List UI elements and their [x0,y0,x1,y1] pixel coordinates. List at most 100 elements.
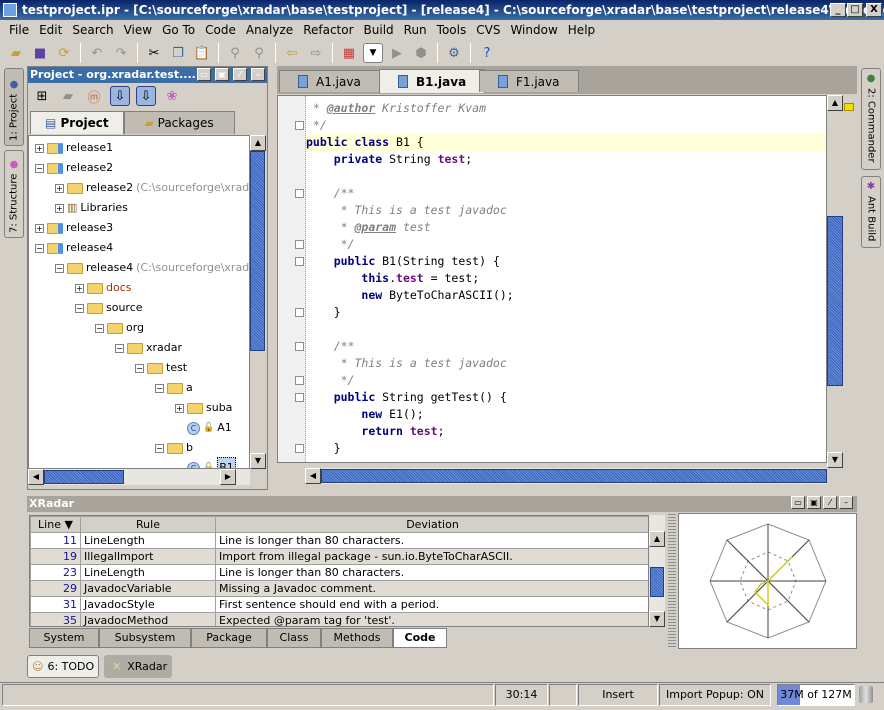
menu-analyze[interactable]: Analyze [241,23,298,37]
replace-icon[interactable]: ⚲ [249,43,269,63]
collapse-icon[interactable]: − [155,383,164,393]
fold-end-icon[interactable] [295,240,304,249]
editor-vertical-scrollbar-thumb[interactable] [827,216,843,386]
fold-end-icon[interactable] [295,444,304,453]
tree-node[interactable]: + ▥ Libraries [55,198,128,218]
table-row[interactable]: 23 LineLength Line is longer than 80 chara… [30,564,648,581]
collapse-icon[interactable]: − [155,443,164,453]
back-icon[interactable]: ⇦ [282,43,302,63]
maximize-button[interactable]: □ [847,3,863,17]
expand-icon[interactable]: + [175,403,184,413]
menu-search[interactable]: Search [67,23,118,37]
tree-node[interactable]: + release3 [35,218,113,238]
menu-window[interactable]: Window [505,23,562,37]
menu-go-to[interactable]: Go To [157,23,200,37]
cursor-position[interactable]: 30:14 [495,684,548,706]
xradar-tool-button[interactable]: ✕ XRadar [104,655,172,678]
undo-icon[interactable]: ↶ [87,43,107,63]
table-vertical-scrollbar[interactable]: ▲ ▼ [649,515,665,627]
autoscroll-to-source-icon[interactable]: ⇩ [110,86,130,106]
scroll-left-button[interactable]: ◀ [28,469,44,485]
insert-mode[interactable]: Insert [578,684,658,706]
import-popup-status[interactable]: Import Popup: ON [659,684,771,706]
tree-node[interactable]: − b [155,438,193,458]
copy-icon[interactable]: ❐ [168,43,188,63]
tab-subsystem[interactable]: Subsystem [99,628,191,648]
tree-node[interactable]: − a [155,378,193,398]
fold-end-icon[interactable] [295,376,304,385]
tab-project[interactable]: ▤ Project [30,111,124,134]
tree-node[interactable]: + release2 (C:\sourceforge\xradar [55,178,249,198]
paste-icon[interactable]: 📋 [192,43,212,63]
editor-tab-b1[interactable]: B1.java [379,69,486,93]
tree-node[interactable]: − release4 (C:\sourceforge\xradar [55,258,249,278]
fold-end-icon[interactable] [295,121,304,130]
tab-package[interactable]: Package [191,628,267,648]
table-row[interactable]: 31 JavadocStyle First sentence should end … [30,596,648,613]
folder-icon[interactable]: ▰ [58,86,78,106]
menu-build[interactable]: Build [359,23,399,37]
editor-tab-a1[interactable]: A1.java [279,70,380,92]
menu-cvs[interactable]: CVS [471,23,505,37]
tree-horizontal-scrollbar[interactable]: ◀ ▶ [28,469,250,485]
pin-icon[interactable]: ⁄ [233,68,247,81]
build-icon[interactable]: ▦ [339,43,359,63]
menu-edit[interactable]: Edit [34,23,67,37]
tab-class[interactable]: Class [267,628,321,648]
float-icon[interactable]: ▭ [197,68,211,81]
collapse-icon[interactable]: − [75,303,84,313]
editor-tab-f1[interactable]: F1.java [479,70,579,92]
fold-collapse-icon[interactable] [295,257,304,266]
settings-icon[interactable]: ⚙ [444,43,464,63]
menu-run[interactable]: Run [399,23,432,37]
tab-code[interactable]: Code [393,628,447,648]
todo-tool-button[interactable]: ☺ 6: TODO [27,655,99,678]
tree-node[interactable]: C 🔓 B1 [175,457,236,468]
tree-node[interactable]: + docs [75,278,132,298]
forward-icon[interactable]: ⇨ [306,43,326,63]
find-icon[interactable]: ⚲ [225,43,245,63]
scroll-down-button[interactable]: ▼ [827,452,843,468]
scroll-down-button[interactable]: ▼ [649,611,665,627]
pin-icon[interactable]: ⁄ [823,496,837,509]
expand-icon[interactable]: + [55,203,64,213]
scroll-up-button[interactable]: ▲ [250,135,266,151]
tree-node[interactable]: + release1 [35,138,113,158]
minimize-button[interactable]: _ [830,3,846,17]
tab-system[interactable]: System [29,628,99,648]
sync-icon[interactable]: ⟳ [54,43,74,63]
structure-tool-tab[interactable]: 7: Structure ● [4,150,24,238]
code-editor[interactable]: * @author Kristoffer Kvam */ public class… [277,95,827,463]
ant-build-tool-tab[interactable]: ✱ Ant Build [861,176,881,248]
editor-horizontal-scrollbar[interactable]: ◀ [305,468,827,484]
cut-icon[interactable]: ✂ [144,43,164,63]
collapse-icon[interactable]: − [135,363,144,373]
garbage-collect-icon[interactable] [859,686,873,703]
menu-tools[interactable]: Tools [432,23,472,37]
dock-icon[interactable]: ▣ [807,496,821,509]
project-tool-tab[interactable]: 1: Project ● [4,68,24,146]
editor-horizontal-scrollbar-thumb[interactable] [321,469,827,483]
fields-icon[interactable]: ⓜ [84,86,104,106]
debug-icon[interactable]: ⬢ [411,43,431,63]
fold-collapse-icon[interactable] [295,342,304,351]
hide-icon[interactable]: – [251,68,265,81]
tree-vertical-scrollbar-thumb[interactable] [250,151,265,351]
fold-collapse-icon[interactable] [295,189,304,198]
collapse-icon[interactable]: − [55,263,64,273]
hide-icon[interactable]: – [839,496,853,509]
expand-icon[interactable]: + [75,283,84,293]
run-icon[interactable]: ▶ [387,43,407,63]
close-button[interactable]: X [866,3,882,17]
scroll-right-button[interactable]: ▶ [220,469,236,485]
run-config-dropdown[interactable]: ▼ [363,43,383,63]
collapse-icon[interactable]: − [35,243,44,253]
tree-node[interactable]: − source [75,298,143,318]
hierarchy-icon[interactable]: ⊞ [32,86,52,106]
expand-icon[interactable]: + [35,143,44,153]
expand-icon[interactable]: + [55,183,64,193]
open-icon[interactable]: ▰ [6,43,26,63]
splitter-handle[interactable] [668,512,676,648]
redo-icon[interactable]: ↷ [111,43,131,63]
menu-file[interactable]: File [4,23,34,37]
